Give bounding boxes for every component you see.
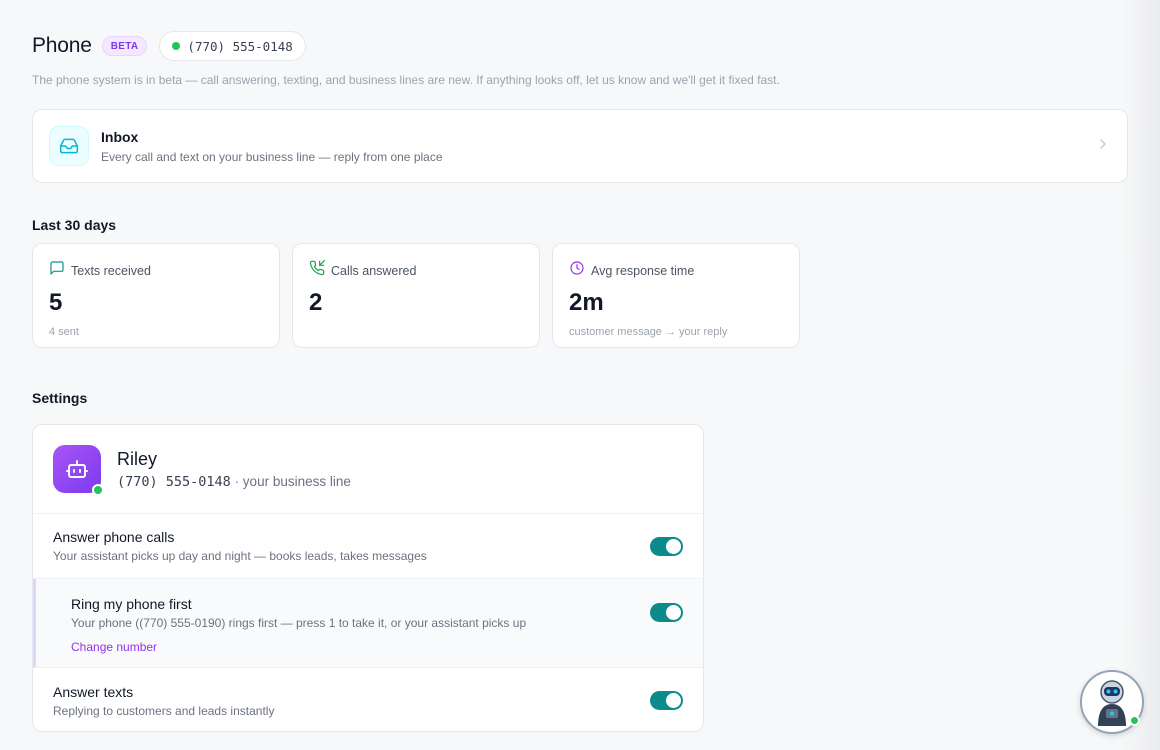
setting-title: Ring my phone first: [71, 596, 192, 612]
stat-label: Texts received: [71, 263, 151, 278]
stat-sub: customer message → your reply: [569, 326, 728, 338]
inbox-card[interactable]: Inbox Every call and text on your busine…: [32, 109, 1128, 183]
stat-value: 2m: [569, 289, 604, 316]
stat-value: 2: [309, 289, 323, 316]
assistant-number: (770) 555-0148: [117, 473, 231, 490]
assistant-name: Riley: [117, 448, 158, 469]
inbox-subtitle: Every call and text on your business lin…: [101, 149, 443, 164]
status-dot-icon: [172, 42, 181, 50]
assistant-row: Riley (770) 555-0148 · your business lin…: [33, 425, 703, 514]
settings-card: Riley (770) 555-0148 · your business lin…: [32, 424, 704, 732]
inbox-title: Inbox: [101, 128, 139, 145]
stat-value: 5: [49, 289, 63, 316]
stat-label: Calls answered: [331, 263, 417, 278]
stat-label: Avg response time: [591, 263, 695, 278]
stat-card-texts: Texts received 5 4 sent: [32, 243, 280, 348]
assistant-line-suffix: · your business line: [234, 473, 351, 489]
phone-incoming-icon: [309, 260, 325, 281]
assistant-chat-avatar[interactable]: [1080, 670, 1144, 734]
answer-texts-toggle[interactable]: [650, 691, 683, 710]
answer-calls-toggle[interactable]: [650, 536, 683, 556]
bot-icon: [53, 445, 104, 496]
beta-note: The phone system is in beta — call answe…: [32, 73, 780, 87]
stat-card-response-time: Avg response time 2m customer message → …: [552, 243, 800, 348]
page-title: Phone: [32, 34, 92, 57]
setting-answer-texts: Answer texts Replying to customers and l…: [33, 668, 703, 731]
stat-sub: 4 sent: [49, 326, 79, 338]
assistant-line: (770) 555-0148 · your business line: [117, 474, 351, 490]
setting-subtitle: Replying to customers and leads instantl…: [53, 703, 275, 718]
message-icon: [49, 260, 65, 281]
setting-ring-first: Ring my phone first Your phone ((770) 55…: [33, 579, 703, 668]
online-status-icon: [92, 484, 104, 496]
online-status-icon: [1129, 715, 1140, 726]
setting-title: Answer texts: [53, 683, 134, 700]
business-number: (770) 555-0148: [187, 38, 293, 54]
stats-section-title: Last 30 days: [32, 217, 117, 233]
setting-subtitle: Your assistant picks up day and night — …: [53, 549, 427, 563]
chevron-right-icon: [1095, 136, 1111, 157]
clock-icon: [569, 260, 585, 281]
ring-first-toggle[interactable]: [650, 603, 683, 622]
settings-section-title: Settings: [32, 390, 88, 406]
change-number-link[interactable]: Change number: [71, 640, 157, 654]
page-header: Phone BETA (770) 555-0148: [32, 31, 306, 61]
setting-subtitle: Your phone ((770) 555-0190) rings first …: [71, 616, 527, 630]
inbox-icon: [49, 126, 89, 166]
business-number-pill[interactable]: (770) 555-0148: [159, 31, 306, 61]
beta-badge: BETA: [101, 36, 148, 56]
setting-answer-calls: Answer phone calls Your assistant picks …: [33, 514, 703, 579]
setting-title: Answer phone calls: [53, 529, 175, 545]
stat-card-calls: Calls answered 2: [292, 243, 540, 348]
